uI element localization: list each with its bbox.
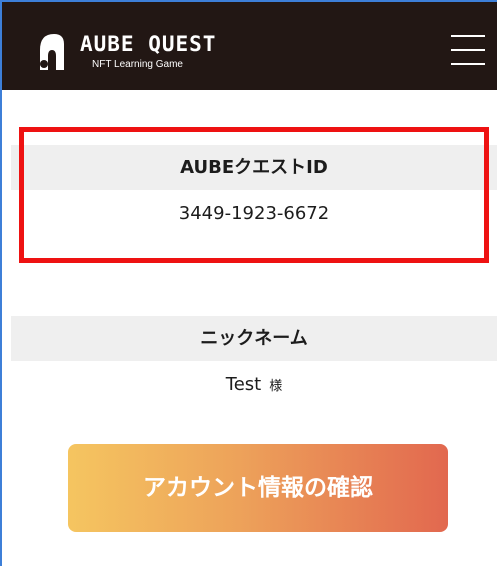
site-logo[interactable]: AUBE QUEST NFT Learning Game: [36, 30, 236, 74]
menu-bar: [451, 49, 485, 51]
hamburger-menu-icon[interactable]: [451, 32, 485, 68]
logo-subtitle: NFT Learning Game: [92, 59, 183, 70]
account-info-button[interactable]: アカウント情報の確認: [68, 444, 448, 532]
menu-bar: [451, 63, 485, 65]
logo-title: AUBE QUEST: [80, 32, 217, 56]
nickname-value-row: Test 様: [11, 366, 497, 404]
site-header: AUBE QUEST NFT Learning Game: [2, 2, 497, 90]
app-frame: AUBE QUEST NFT Learning Game AUBEクエストID …: [0, 0, 497, 566]
nickname-label: ニックネーム: [11, 316, 497, 361]
nickname-value: Test: [225, 374, 262, 395]
aube-quest-logo-icon: [40, 34, 64, 70]
quest-id-highlight-box: [19, 127, 489, 263]
nickname-honorific: 様: [269, 379, 283, 394]
menu-bar: [451, 35, 485, 37]
